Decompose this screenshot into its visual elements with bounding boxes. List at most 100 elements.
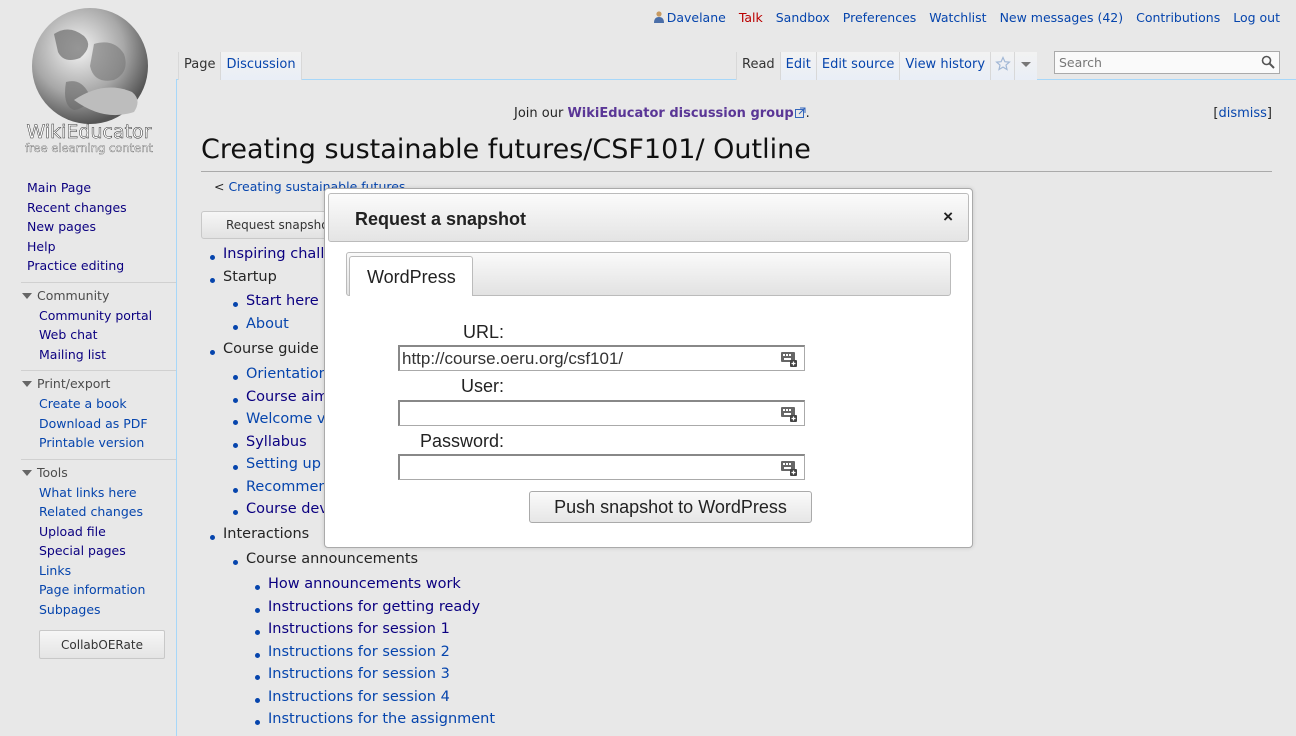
user-link[interactable]: Davelane: [653, 10, 730, 25]
sidebar-item-recent-changes[interactable]: Recent changes: [27, 200, 176, 220]
list-item[interactable]: Syllabus: [232, 434, 334, 457]
sidebar-link[interactable]: Page information: [39, 582, 145, 597]
list-item[interactable]: Instructions for session 3: [254, 666, 495, 689]
portal-heading-tools[interactable]: Tools: [21, 458, 176, 485]
sidebar-item-community-portal[interactable]: Community portal: [39, 308, 176, 328]
sidebar-item-create-book[interactable]: Create a book: [39, 396, 176, 416]
list-item[interactable]: Instructions for the assignment: [254, 711, 495, 734]
list-item[interactable]: Instructions for getting ready: [254, 599, 495, 622]
dialog-titlebar[interactable]: Request a snapshot ×: [328, 193, 969, 242]
contributions-link[interactable]: Contributions: [1136, 10, 1220, 25]
collaborate-button[interactable]: CollabOERate: [39, 630, 165, 659]
sandbox-link[interactable]: Sandbox: [776, 10, 830, 25]
outline-link[interactable]: Syllabus: [246, 434, 307, 450]
sidebar-link[interactable]: What links here: [39, 485, 137, 500]
sidebar-link[interactable]: Recent changes: [27, 200, 127, 215]
new-messages-link[interactable]: New messages (42): [1000, 10, 1124, 25]
portal-heading-community[interactable]: Community: [21, 281, 176, 308]
keyboard-icon[interactable]: [781, 460, 797, 476]
list-item[interactable]: Setting up y: [232, 456, 334, 479]
close-icon[interactable]: ×: [943, 207, 953, 227]
sidebar-link[interactable]: Community portal: [39, 308, 152, 323]
sidebar-link[interactable]: Web chat: [39, 327, 98, 342]
portal-heading-print-export[interactable]: Print/export: [21, 370, 176, 396]
watchlist-link[interactable]: Watchlist: [929, 10, 986, 25]
sidebar-item-printable-version[interactable]: Printable version: [39, 435, 176, 455]
watch-star-icon[interactable]: [991, 52, 1016, 80]
outline-link[interactable]: Instructions for session 2: [268, 644, 450, 660]
sidebar-item-upload-file[interactable]: Upload file: [39, 524, 176, 544]
sidebar-item-download-pdf[interactable]: Download as PDF: [39, 416, 176, 436]
tab-edit[interactable]: Edit: [780, 52, 817, 80]
keyboard-icon[interactable]: [781, 351, 797, 367]
sidebar-item-special-pages[interactable]: Special pages: [39, 543, 176, 563]
keyboard-icon[interactable]: [781, 406, 797, 422]
sidebar-link[interactable]: New pages: [27, 219, 96, 234]
user-field[interactable]: [398, 400, 805, 426]
outline-link[interactable]: Orientation: [246, 366, 328, 382]
sidebar-link[interactable]: Upload file: [39, 524, 106, 539]
sidebar-link[interactable]: Practice editing: [27, 258, 124, 273]
more-actions-chevron-down-icon[interactable]: [1015, 52, 1038, 80]
list-item[interactable]: Start here: [233, 293, 319, 316]
outline-link[interactable]: Welcome v: [246, 411, 326, 427]
logout-link[interactable]: Log out: [1233, 10, 1280, 25]
outline-link[interactable]: Instructions for session 3: [268, 666, 450, 682]
outline-link[interactable]: Course aim: [246, 389, 328, 405]
search-icon[interactable]: [1261, 55, 1275, 69]
outline-link[interactable]: Instructions for session 4: [268, 689, 450, 705]
sidebar-item-subpages[interactable]: Subpages: [39, 602, 176, 622]
discussion-group-link[interactable]: WikiEducator discussion group: [567, 106, 793, 121]
sidebar-link[interactable]: Printable version: [39, 435, 144, 450]
tab-edit-source[interactable]: Edit source: [816, 52, 901, 80]
sidebar-link[interactable]: Mailing list: [39, 347, 106, 362]
sidebar-item-practice-editing[interactable]: Practice editing: [27, 258, 176, 278]
url-field[interactable]: http://course.oeru.org/csf101/: [398, 345, 805, 371]
sidebar-item-what-links-here[interactable]: What links here: [39, 485, 176, 505]
list-item[interactable]: Course aim: [232, 389, 334, 412]
outline-link[interactable]: Setting up y: [246, 456, 334, 472]
sidebar-link[interactable]: Help: [27, 239, 56, 254]
outline-link[interactable]: Start here: [246, 293, 319, 309]
sidebar-item-mailing-list[interactable]: Mailing list: [39, 347, 176, 367]
list-item[interactable]: Instructions for session 1: [254, 621, 495, 644]
tab-read[interactable]: Read: [736, 52, 781, 80]
sidebar-link[interactable]: Create a book: [39, 396, 127, 411]
list-item[interactable]: How announcements work: [254, 576, 495, 599]
outline-link[interactable]: How announcements work: [268, 576, 461, 592]
sidebar-link[interactable]: Main Page: [27, 180, 91, 195]
outline-link[interactable]: Course dev: [246, 501, 328, 517]
list-item[interactable]: Orientation: [232, 366, 334, 389]
sidebar-item-new-pages[interactable]: New pages: [27, 219, 176, 239]
sidebar-item-links[interactable]: Links: [39, 563, 176, 583]
sidebar-item-help[interactable]: Help: [27, 239, 176, 259]
talk-link[interactable]: Talk: [739, 10, 763, 25]
outline-link[interactable]: Recommen: [246, 479, 328, 495]
site-logo[interactable]: WikiEducator free elearning content: [14, 4, 164, 156]
list-item[interactable]: Recommen: [232, 479, 334, 502]
tab-discussion[interactable]: Discussion: [221, 52, 302, 80]
outline-link[interactable]: Instructions for the assignment: [268, 711, 495, 727]
search-input[interactable]: Search: [1054, 51, 1280, 74]
tab-page[interactable]: Page: [178, 52, 222, 80]
list-item[interactable]: Inspiring challe: [209, 246, 333, 269]
sidebar-item-related-changes[interactable]: Related changes: [39, 504, 176, 524]
outline-link[interactable]: Instructions for getting ready: [268, 599, 480, 615]
sidebar-item-page-information[interactable]: Page information: [39, 582, 176, 602]
sidebar-link[interactable]: Related changes: [39, 504, 143, 519]
outline-link[interactable]: About: [246, 316, 289, 332]
list-item[interactable]: Instructions for session 4: [254, 689, 495, 712]
outline-link[interactable]: Instructions for session 1: [268, 621, 450, 637]
sidebar-item-main-page[interactable]: Main Page: [27, 180, 176, 200]
list-item[interactable]: About: [233, 316, 319, 339]
password-field[interactable]: [398, 454, 805, 480]
tab-view-history[interactable]: View history: [900, 52, 992, 80]
tab-wordpress[interactable]: WordPress: [349, 256, 473, 296]
push-snapshot-button[interactable]: Push snapshot to WordPress: [529, 491, 812, 523]
sidebar-link[interactable]: Subpages: [39, 602, 101, 617]
url-field-value[interactable]: http://course.oeru.org/csf101/: [402, 349, 623, 368]
sidebar-item-web-chat[interactable]: Web chat: [39, 327, 176, 347]
list-item[interactable]: Course dev: [232, 501, 334, 524]
outline-link[interactable]: Inspiring challe: [223, 246, 333, 262]
preferences-link[interactable]: Preferences: [843, 10, 917, 25]
